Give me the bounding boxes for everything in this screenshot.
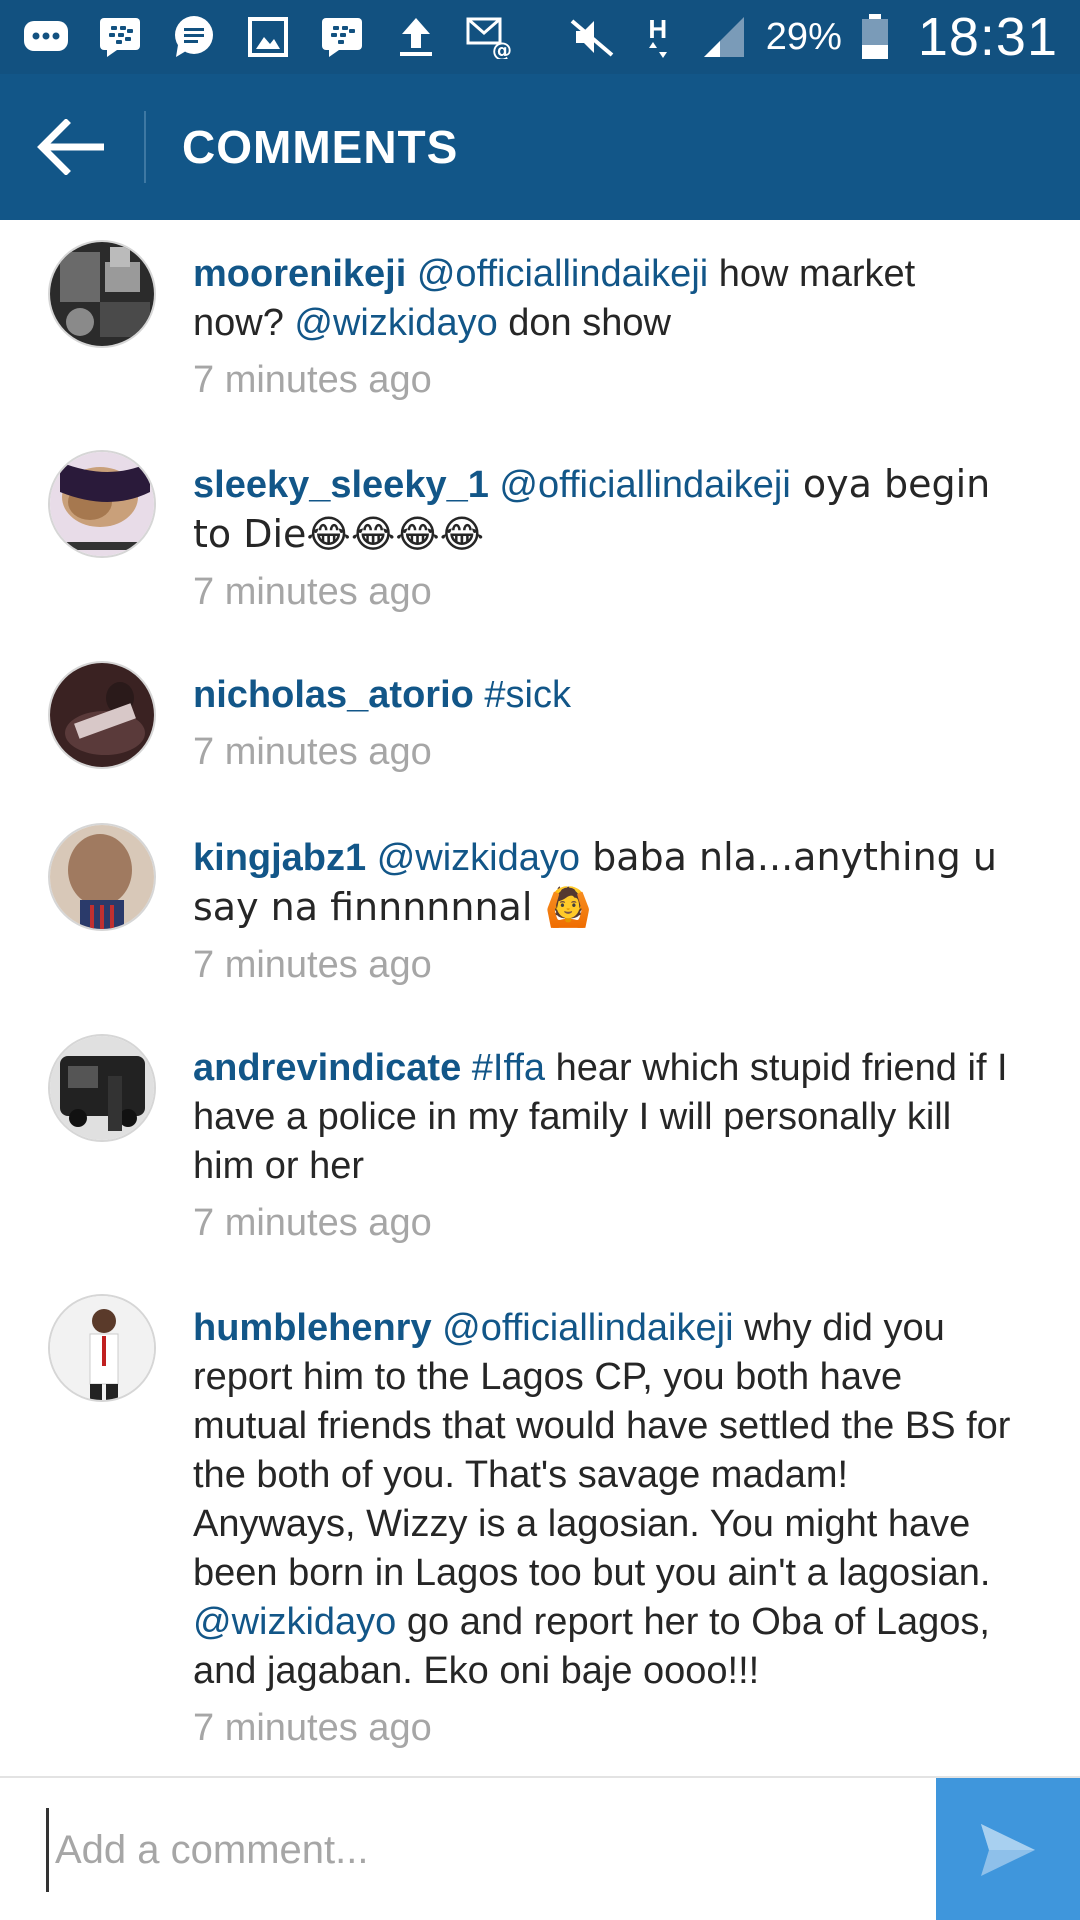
comment-list[interactable]: moorenikeji @officiallindaikeji how mark… xyxy=(0,220,1080,1776)
network-type: H xyxy=(648,14,668,44)
comment-body: moorenikeji @officiallindaikeji how mark… xyxy=(193,250,1013,405)
send-button[interactable] xyxy=(936,1778,1080,1920)
comment-text: kingjabz1 @wizkidayo baba nla...anything… xyxy=(193,833,1013,933)
comment-mention[interactable]: @wizkidayo xyxy=(294,302,497,344)
avatar[interactable] xyxy=(48,450,156,558)
avatar[interactable] xyxy=(48,823,156,931)
email-icon: @ xyxy=(466,15,514,59)
back-arrow-icon xyxy=(37,119,104,175)
comment-body: sleeky_sleeky_1 @officiallindaikeji oya … xyxy=(193,460,1013,617)
back-button[interactable] xyxy=(0,74,144,220)
avatar[interactable] xyxy=(48,1294,156,1402)
gallery-icon xyxy=(244,15,292,59)
bbm-icon xyxy=(96,15,144,59)
avatar[interactable] xyxy=(48,661,156,769)
notification-icons: @ xyxy=(22,15,514,59)
clock: 18:31 xyxy=(917,7,1058,67)
comment-mention[interactable]: #Iffa xyxy=(472,1047,545,1089)
comment-username[interactable]: nicholas_atorio xyxy=(193,674,474,716)
action-bar: COMMENTS xyxy=(0,74,1080,220)
system-status: H 29% 18:31 xyxy=(568,6,1058,68)
comment-timestamp: 7 minutes ago xyxy=(193,571,432,613)
comment-text-part: why did you report him to the Lagos CP, … xyxy=(193,1307,1011,1594)
comment-text: nicholas_atorio #sick xyxy=(193,671,1013,720)
comment-mention[interactable]: @wizkidayo xyxy=(377,837,580,879)
comment-mention[interactable]: @officiallindaikeji xyxy=(499,464,790,506)
comment-composer xyxy=(0,1776,1080,1920)
comment-mention[interactable]: @officiallindaikeji xyxy=(417,253,708,295)
comment-timestamp: 7 minutes ago xyxy=(193,731,432,773)
svg-text:@: @ xyxy=(492,38,512,59)
comment-text: humblehenry @officiallindaikeji why did … xyxy=(193,1304,1013,1696)
upload-icon xyxy=(392,15,440,59)
comment-body: andrevindicate #Iffa hear which stupid f… xyxy=(193,1044,1013,1248)
mute-icon xyxy=(568,15,616,59)
comment-input[interactable] xyxy=(46,1808,906,1892)
comment-timestamp: 7 minutes ago xyxy=(193,944,432,986)
comment-username[interactable]: humblehenry xyxy=(193,1307,432,1349)
comment-username[interactable]: andrevindicate xyxy=(193,1047,461,1089)
comment-body: kingjabz1 @wizkidayo baba nla...anything… xyxy=(193,833,1013,990)
battery-icon xyxy=(860,14,890,59)
page-title: COMMENTS xyxy=(182,121,459,173)
avatar[interactable] xyxy=(48,1034,156,1142)
comment-text-part: don show xyxy=(497,302,671,344)
bbm-icon xyxy=(318,15,366,59)
comment-timestamp: 7 minutes ago xyxy=(193,359,432,401)
comment-body: nicholas_atorio #sick 7 minutes ago xyxy=(193,671,1013,777)
comment-timestamp: 7 minutes ago xyxy=(193,1202,432,1244)
signal-icon xyxy=(700,15,748,59)
comment-mention[interactable]: @wizkidayo xyxy=(193,1601,396,1643)
comment-body: humblehenry @officiallindaikeji why did … xyxy=(193,1304,1013,1753)
comment-username[interactable]: kingjabz1 xyxy=(193,837,366,879)
comment-mention[interactable]: #sick xyxy=(484,674,571,716)
avatar[interactable] xyxy=(48,240,156,348)
comment-username[interactable]: sleeky_sleeky_1 xyxy=(193,464,489,506)
chat-icon xyxy=(170,15,218,59)
comment-mention[interactable]: @officiallindaikeji xyxy=(442,1307,733,1349)
network-h-icon: H xyxy=(634,15,682,59)
messages-icon xyxy=(22,15,70,59)
comment-text: moorenikeji @officiallindaikeji how mark… xyxy=(193,250,1013,348)
battery-percent: 29% xyxy=(765,15,842,58)
comment-timestamp: 7 minutes ago xyxy=(193,1707,432,1749)
comment-text: sleeky_sleeky_1 @officiallindaikeji oya … xyxy=(193,460,1013,560)
status-bar: @ H 29% 18:31 xyxy=(0,0,1080,74)
action-bar-divider xyxy=(144,111,146,183)
comment-username[interactable]: moorenikeji xyxy=(193,253,406,295)
send-icon xyxy=(981,1824,1035,1876)
comment-text: andrevindicate #Iffa hear which stupid f… xyxy=(193,1044,1013,1191)
